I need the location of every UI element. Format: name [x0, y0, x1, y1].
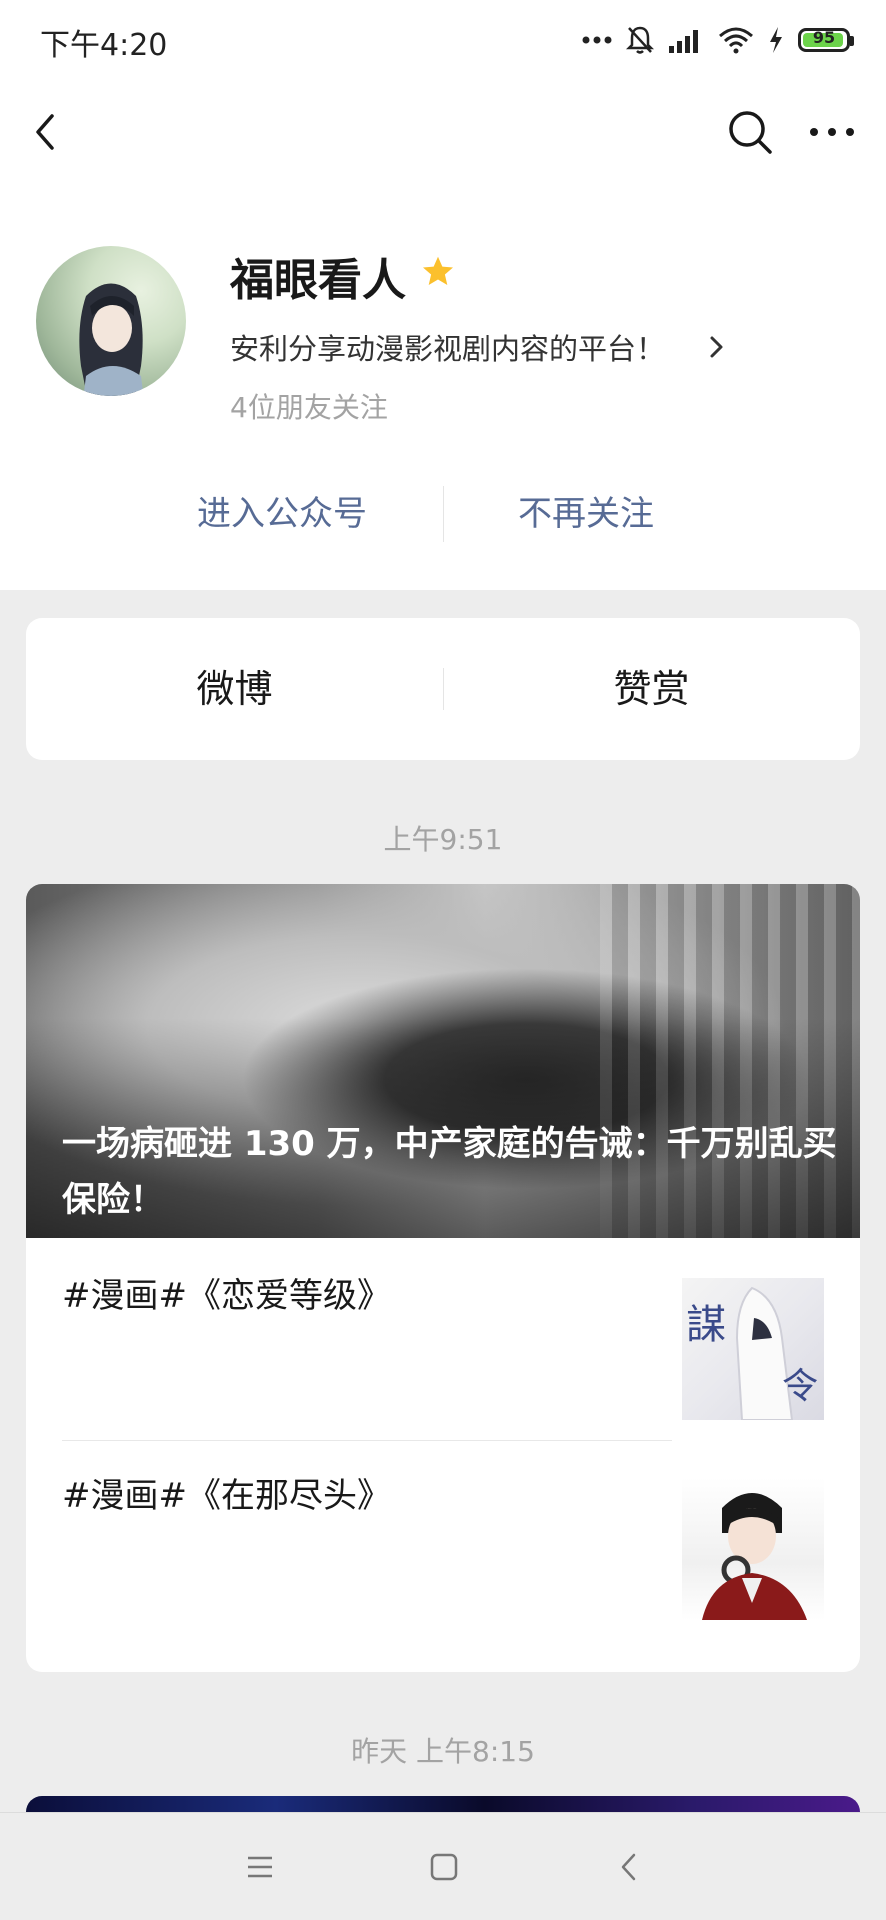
- list-item[interactable]: #漫画#《恋爱等级》 謀 令: [26, 1238, 860, 1438]
- friends-following-count: 4位朋友关注: [230, 391, 388, 424]
- back-chevron-icon[interactable]: [22, 106, 74, 158]
- article-thumbnail: [682, 1478, 824, 1620]
- chevron-right-icon[interactable]: [706, 332, 728, 362]
- battery-level: 95: [812, 28, 836, 47]
- account-description[interactable]: 安利分享动漫影视剧内容的平台！: [230, 326, 665, 368]
- menu-item-reward[interactable]: 赞赏: [443, 618, 860, 760]
- article-group-card: 一场病砸进 130 万，中产家庭的告诫：千万别乱买保险！ #漫画#《恋爱等级》 …: [26, 884, 860, 1672]
- mute-bell-icon: [626, 26, 654, 54]
- nav-bar: [0, 82, 886, 182]
- home-square-icon[interactable]: [424, 1847, 464, 1887]
- more-dots-icon: [582, 36, 612, 44]
- star-icon: [423, 256, 453, 286]
- status-bar: 下午4:20 95: [0, 0, 886, 82]
- article-title: #漫画#《恋爱等级》: [62, 1276, 391, 1316]
- account-menu: 微博 赞赏: [26, 618, 860, 760]
- account-name: 福眼看人: [230, 255, 406, 306]
- search-icon[interactable]: [724, 106, 776, 158]
- system-navigation-bar: [0, 1812, 886, 1920]
- account-profile-card: 福眼看人 安利分享动漫影视剧内容的平台！ 4位朋友关注 进入公众号 不再关注: [0, 182, 886, 590]
- action-divider: [443, 486, 444, 542]
- status-time: 下午4:20: [40, 28, 168, 63]
- signal-icon: [669, 30, 698, 53]
- menu-item-weibo[interactable]: 微博: [26, 618, 443, 760]
- menu-lines-icon[interactable]: [240, 1847, 280, 1887]
- svg-text:令: 令: [782, 1366, 818, 1407]
- cover-article[interactable]: 一场病砸进 130 万，中产家庭的告诫：千万别乱买保险！: [26, 884, 860, 1238]
- unfollow-button[interactable]: 不再关注: [456, 484, 716, 544]
- wifi-icon: [719, 27, 753, 54]
- more-dots-icon[interactable]: [802, 106, 862, 158]
- feed-timestamp: 昨天 上午8:15: [351, 1735, 535, 1768]
- back-triangle-icon[interactable]: [610, 1847, 650, 1887]
- cover-article-title: 一场病砸进 130 万，中产家庭的告诫：千万别乱买保险！: [62, 1124, 837, 1220]
- official-account-profile-page: 下午4:20 95 福眼看人 安利分享动漫影视剧内容的平台！ 4位朋友关注 进入…: [0, 0, 886, 1920]
- status-icons: 95: [582, 22, 854, 58]
- article-title: #漫画#《在那尽头》: [62, 1476, 391, 1516]
- charging-icon: [770, 27, 782, 53]
- article-thumbnail: 謀 令: [682, 1278, 824, 1420]
- list-item[interactable]: #漫画#《在那尽头》: [26, 1438, 860, 1638]
- avatar: [36, 246, 186, 396]
- feed-timestamp: 上午9:51: [383, 823, 503, 856]
- enter-account-button[interactable]: 进入公众号: [152, 484, 412, 544]
- battery-icon: 95: [798, 28, 854, 52]
- svg-text:謀: 謀: [686, 1302, 726, 1348]
- avatar-illustration: [79, 283, 144, 396]
